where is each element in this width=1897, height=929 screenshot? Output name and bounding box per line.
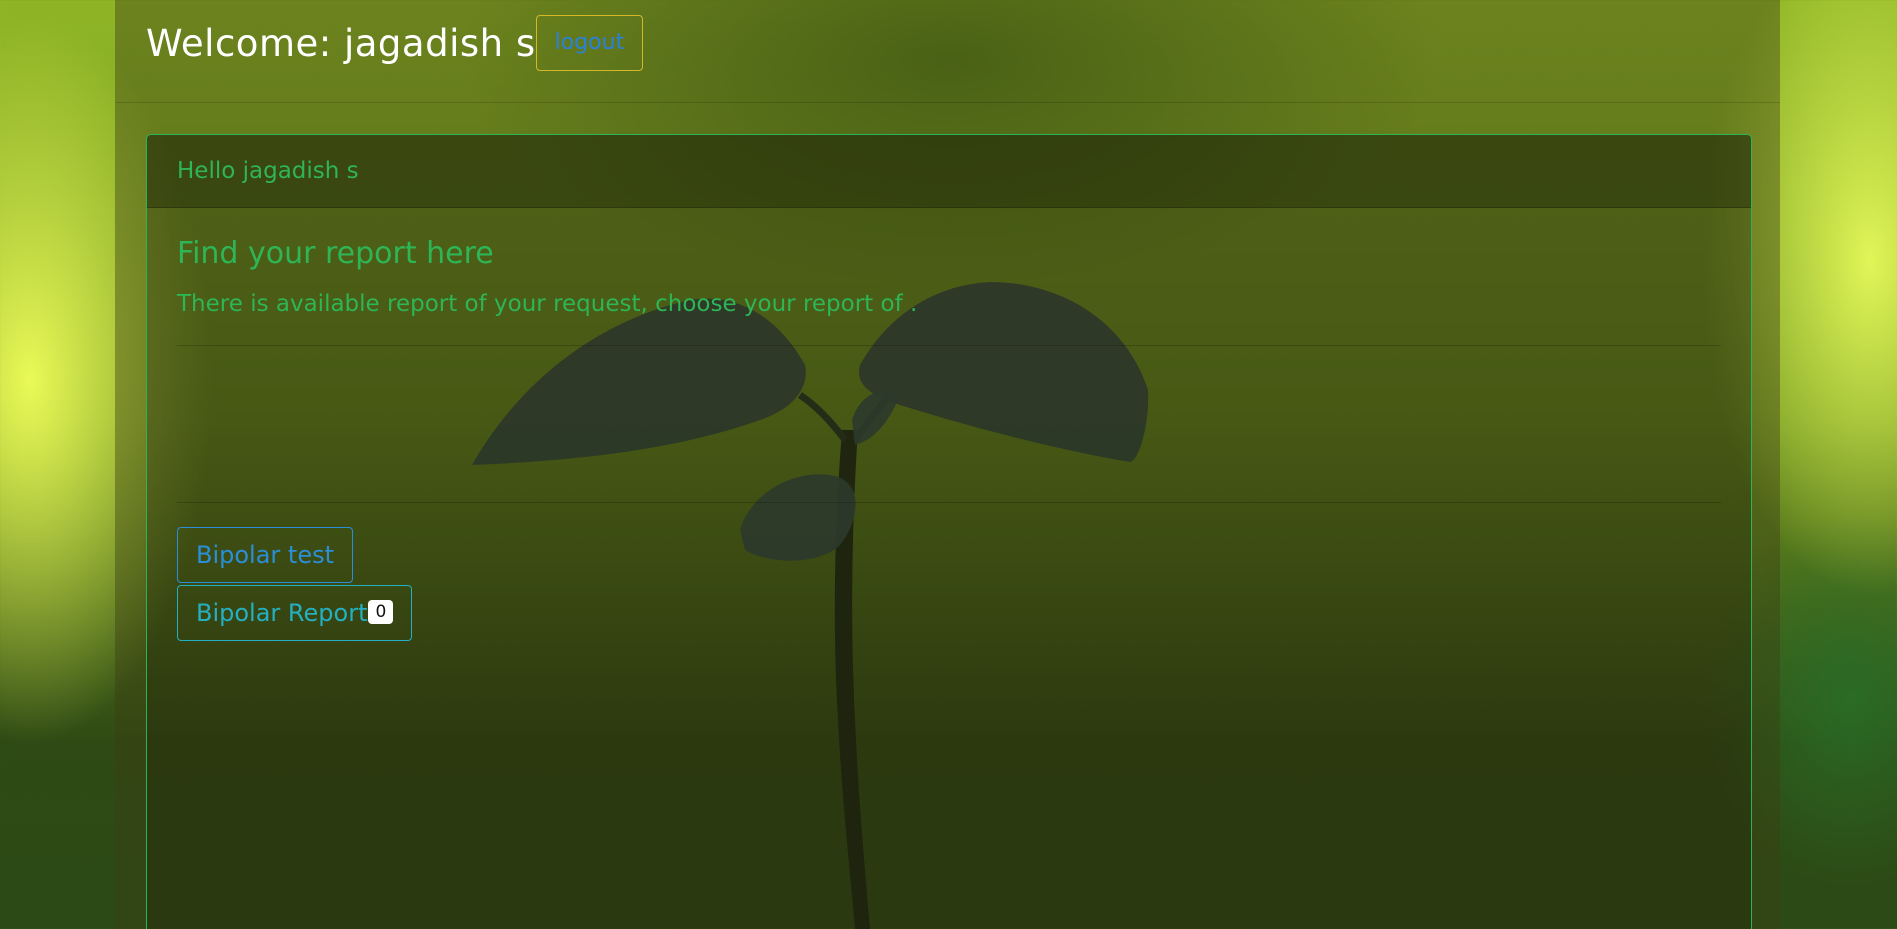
card-title: Find your report here — [177, 236, 494, 271]
empty-section — [177, 346, 1721, 502]
bipolar-report-label: Bipolar Report — [196, 599, 368, 627]
welcome-text: Welcome: jagadish s — [146, 21, 536, 65]
top-navbar: Welcome: jagadish s logout — [115, 0, 1780, 103]
bipolar-report-button[interactable]: Bipolar Report 0 — [177, 585, 413, 641]
divider — [177, 502, 1721, 503]
logout-button[interactable]: logout — [535, 15, 644, 71]
report-count-badge: 0 — [368, 600, 394, 624]
card-body: Find your report here There is available… — [147, 208, 1751, 669]
bipolar-test-button[interactable]: Bipolar test — [177, 527, 354, 583]
report-card: Hello jagadish s Find your report here T… — [146, 134, 1752, 929]
card-text: There is available report of your reques… — [177, 291, 918, 317]
main-container: Welcome: jagadish s logout Hello jagadis… — [115, 0, 1780, 929]
card-header: Hello jagadish s — [147, 135, 1751, 208]
